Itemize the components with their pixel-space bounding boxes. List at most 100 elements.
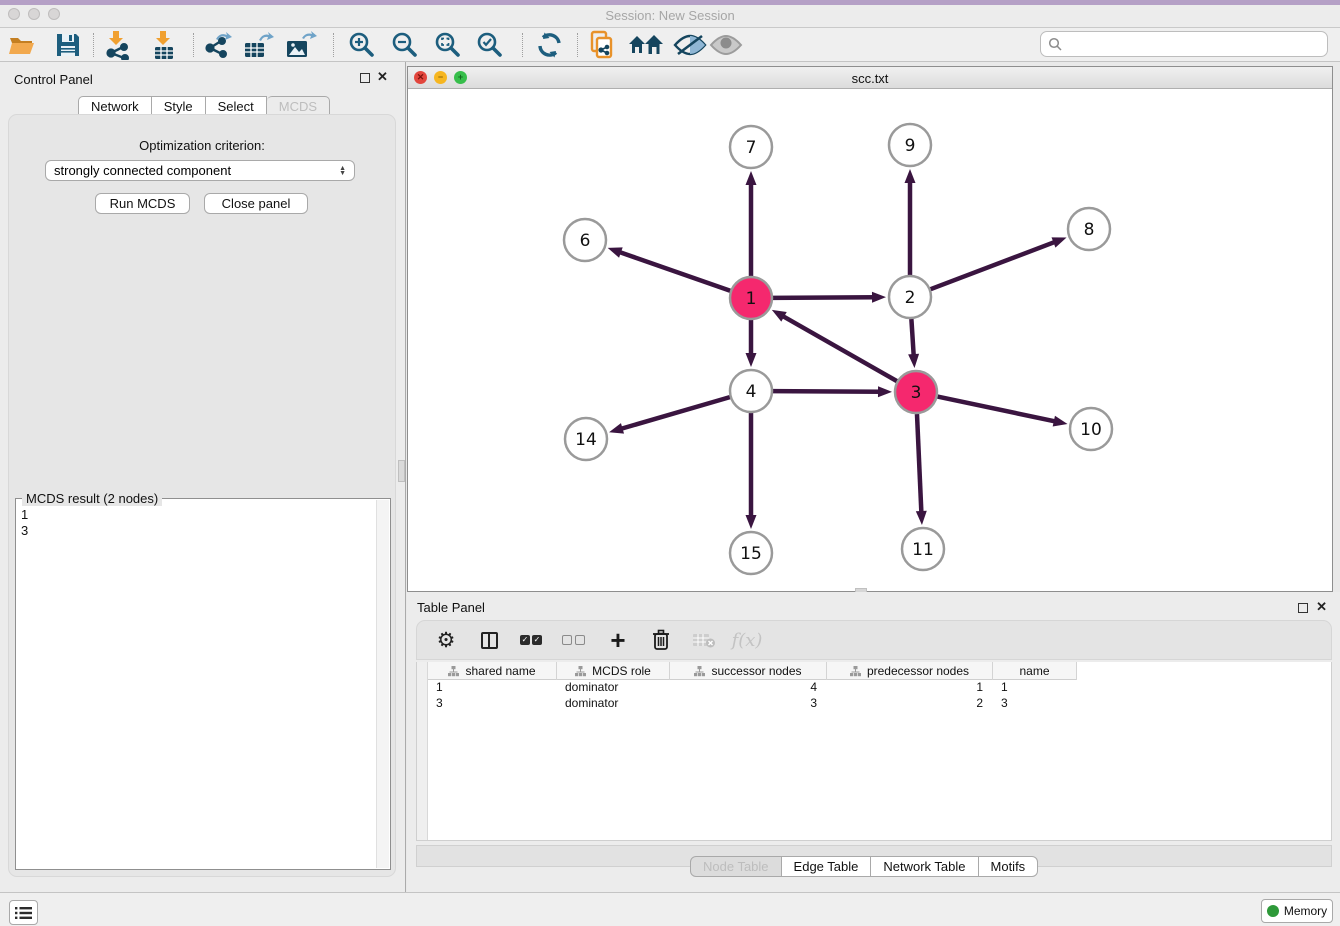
task-history-button[interactable] <box>9 900 38 925</box>
table-cell[interactable]: dominator <box>557 696 670 712</box>
status-bar: Memory <box>0 892 1340 926</box>
graph-node-label: 4 <box>746 382 757 402</box>
graph-edge[interactable] <box>619 397 730 429</box>
table-cell[interactable]: 4 <box>670 680 827 696</box>
zoom-in-button[interactable] <box>346 30 378 60</box>
panel-splitter-handle[interactable] <box>398 460 405 482</box>
select-all-icon[interactable]: ✓✓ <box>519 627 545 653</box>
home-layout-button[interactable] <box>628 30 664 60</box>
toolbar-separator <box>333 33 334 57</box>
zoom-in-icon <box>348 31 376 59</box>
search-field[interactable] <box>1040 31 1328 57</box>
export-network-button[interactable] <box>202 30 234 60</box>
table-cell[interactable]: 3 <box>428 696 557 712</box>
zoom-selected-button[interactable] <box>474 30 506 60</box>
mcds-result-box: MCDS result (2 nodes) 1 3 <box>15 498 391 870</box>
table-panel: Table Panel ✕ ⚙ ✓✓ + <box>407 592 1340 892</box>
float-panel-icon[interactable] <box>360 73 370 83</box>
export-image-button[interactable] <box>285 30 317 60</box>
duplicate-network-button[interactable] <box>586 30 618 60</box>
tab-node-table[interactable]: Node Table <box>690 856 782 877</box>
edge-arrowhead <box>746 353 757 367</box>
zoom-out-icon <box>391 31 419 59</box>
titlebar-accent <box>0 0 1340 5</box>
export-image-icon <box>285 31 317 59</box>
criterion-select[interactable]: strongly connected component ▲▼ <box>45 160 355 181</box>
gear-icon[interactable]: ⚙ <box>433 627 459 653</box>
table-cell[interactable]: 1 <box>827 680 993 696</box>
tab-motifs[interactable]: Motifs <box>979 856 1039 877</box>
column-header[interactable]: MCDS role <box>557 662 670 680</box>
close-panel-button[interactable]: Close panel <box>204 193 308 214</box>
network-view-window: ✕ − + scc.txt 1234678910111415 <box>407 66 1333 592</box>
table-panel-title: Table Panel <box>417 600 485 615</box>
edge-arrowhead <box>608 247 623 257</box>
edge-arrowhead <box>772 310 787 322</box>
graph-edge[interactable] <box>773 391 882 392</box>
export-table-icon <box>243 31 275 59</box>
memory-button[interactable]: Memory <box>1261 899 1333 923</box>
graph-edge[interactable] <box>617 251 730 291</box>
control-panel: Control Panel ✕ Network Style Select MCD… <box>0 62 406 892</box>
import-network-button[interactable] <box>101 30 133 60</box>
table-row[interactable]: 1dominator411 <box>428 680 1331 696</box>
graph-edge[interactable] <box>911 319 913 358</box>
open-session-button[interactable] <box>6 30 38 60</box>
column-header[interactable]: successor nodes <box>670 662 827 680</box>
mcds-result-scrollbar[interactable] <box>376 500 389 868</box>
select-updown-icon: ▲▼ <box>339 166 346 176</box>
table-cell[interactable]: dominator <box>557 680 670 696</box>
hierarchy-icon <box>850 666 861 677</box>
table-cell[interactable]: 3 <box>993 696 1077 712</box>
columns-icon[interactable] <box>476 627 502 653</box>
graph-edge[interactable] <box>938 397 1058 422</box>
add-icon[interactable]: + <box>605 627 631 653</box>
search-input[interactable] <box>1066 34 1327 54</box>
table-cell[interactable]: 1 <box>993 680 1077 696</box>
import-network-icon <box>103 30 131 60</box>
table-cell[interactable]: 3 <box>670 696 827 712</box>
graph-node-label: 15 <box>740 544 762 564</box>
export-table-button[interactable] <box>243 30 275 60</box>
save-session-button[interactable] <box>52 30 84 60</box>
edge-arrowhead <box>908 354 919 368</box>
tab-edge-table[interactable]: Edge Table <box>782 856 872 877</box>
zoom-fit-button[interactable] <box>432 30 464 60</box>
column-header[interactable]: predecessor nodes <box>827 662 993 680</box>
delete-icon[interactable] <box>648 627 674 653</box>
zoom-out-button[interactable] <box>389 30 421 60</box>
graph-node-label: 10 <box>1080 420 1102 440</box>
edge-arrowhead <box>609 423 624 434</box>
graph-edge[interactable] <box>931 241 1058 289</box>
network-canvas[interactable]: 1234678910111415 <box>408 89 1332 591</box>
graph-edge[interactable] <box>781 315 897 381</box>
show-all-button[interactable] <box>708 30 744 60</box>
refresh-icon <box>536 31 564 59</box>
node-table[interactable]: shared name MCDS role successor nodes pr… <box>416 662 1332 841</box>
deselect-all-icon[interactable] <box>562 627 588 653</box>
mcds-panel: Optimization criterion: strongly connect… <box>8 114 396 877</box>
table-cell[interactable]: 2 <box>827 696 993 712</box>
graph-edge[interactable] <box>917 414 922 515</box>
network-window-titlebar[interactable]: ✕ − + scc.txt <box>408 67 1332 89</box>
column-header[interactable]: name <box>993 662 1077 680</box>
edge-arrowhead <box>1052 237 1067 247</box>
home-icon <box>628 32 664 58</box>
run-mcds-button[interactable]: Run MCDS <box>95 193 190 214</box>
close-panel-icon[interactable]: ✕ <box>377 69 388 85</box>
memory-label: Memory <box>1284 904 1327 918</box>
tab-network-table[interactable]: Network Table <box>871 856 978 877</box>
table-cell[interactable]: 1 <box>428 680 557 696</box>
float-table-panel-icon[interactable] <box>1298 603 1308 613</box>
zoom-fit-icon <box>434 31 462 59</box>
close-table-panel-icon[interactable]: ✕ <box>1316 599 1327 615</box>
graph-edge[interactable] <box>773 297 876 298</box>
refresh-button[interactable] <box>534 30 566 60</box>
table-header-row: shared name MCDS role successor nodes pr… <box>428 662 1077 680</box>
import-table-button[interactable] <box>148 30 180 60</box>
column-header[interactable]: shared name <box>428 662 557 680</box>
hide-selected-button[interactable] <box>672 30 708 60</box>
table-row[interactable]: 3dominator323 <box>428 696 1331 712</box>
graph-node-label: 11 <box>912 540 934 560</box>
hierarchy-icon <box>575 666 586 677</box>
